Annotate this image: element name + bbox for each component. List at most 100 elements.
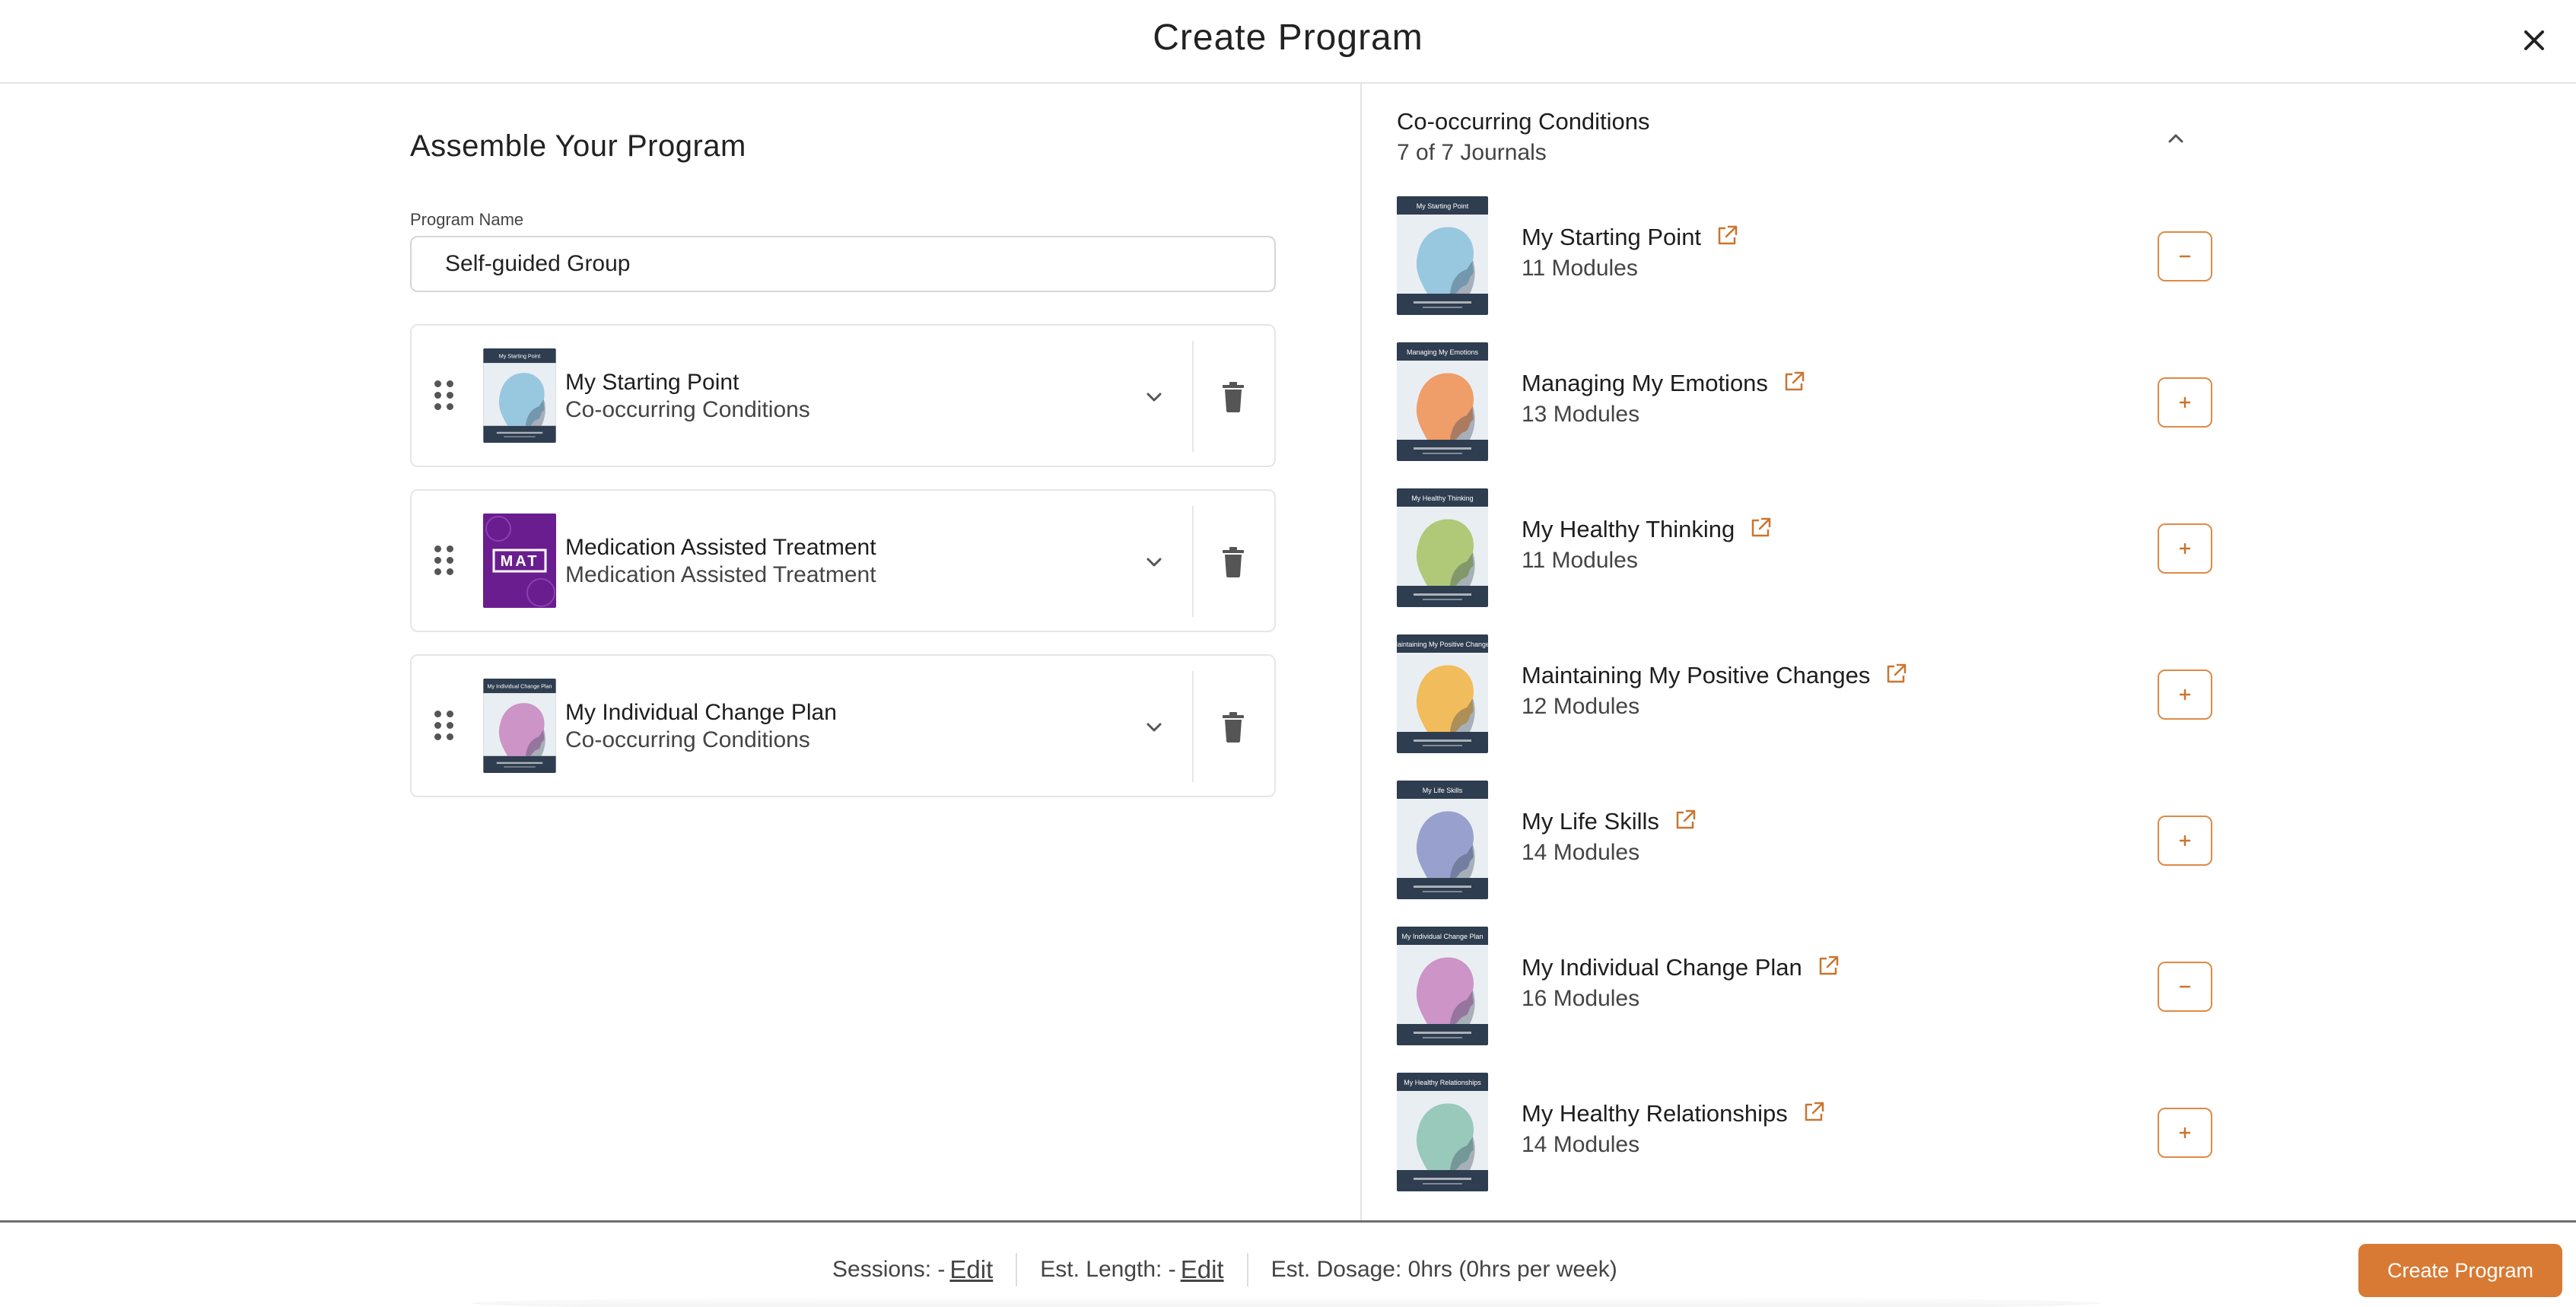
journal-title: My Starting Point bbox=[1522, 224, 1702, 250]
assemble-title: Assemble Your Program bbox=[410, 129, 746, 163]
journal-module-count: 12 Modules bbox=[1522, 694, 1640, 719]
journal-title: My Life Skills bbox=[1522, 808, 1659, 835]
modal-header: Create Program bbox=[0, 0, 2576, 84]
close-button[interactable] bbox=[2515, 21, 2553, 59]
journal-cover-thumbnail: My Starting Point bbox=[1397, 196, 1488, 315]
journal-cover-thumbnail: My Individual Change Plan bbox=[1397, 927, 1488, 1045]
journal-title-row: My Healthy Thinking bbox=[1522, 516, 1773, 543]
journal-row: My Starting Point My Starting Point 11 Mod… bbox=[1397, 196, 2212, 315]
chevron-down-icon bbox=[1146, 723, 1162, 732]
journal-library: Co-occurring Conditions 7 of 7 Journals … bbox=[1363, 84, 2576, 1220]
plus-icon bbox=[2179, 1127, 2191, 1139]
program-name-label: Program Name bbox=[410, 210, 524, 229]
add-journal-button[interactable] bbox=[2158, 377, 2212, 428]
remove-journal-button[interactable] bbox=[2158, 231, 2212, 281]
journal-title-row: My Starting Point bbox=[1522, 224, 1739, 251]
expand-item-button[interactable] bbox=[1139, 382, 1169, 412]
footer-shadow bbox=[472, 1296, 2100, 1307]
journal-title: My Individual Change Plan bbox=[1522, 954, 1802, 981]
item-divider bbox=[1192, 506, 1194, 617]
modal-title: Create Program bbox=[1153, 17, 1423, 58]
drag-handle-icon[interactable] bbox=[434, 711, 454, 741]
trash-icon bbox=[1223, 382, 1244, 412]
journal-title-row: Maintaining My Positive Changes bbox=[1522, 662, 1908, 689]
footer-divider bbox=[1246, 1253, 1248, 1286]
journal-module-count: 11 Modules bbox=[1522, 256, 1638, 281]
journal-row: My Healthy Relationships My Healthy Relat… bbox=[1397, 1073, 2212, 1191]
plus-icon bbox=[2179, 835, 2191, 847]
journal-row: Managing My Emotions Managing My Emotions… bbox=[1397, 342, 2212, 461]
journal-cover-thumbnail: My Starting Point bbox=[483, 348, 556, 443]
sessions-label: Sessions: - bbox=[832, 1257, 946, 1282]
add-journal-button[interactable] bbox=[2158, 1108, 2212, 1158]
remove-journal-button[interactable] bbox=[2158, 962, 2212, 1012]
journal-title: My Healthy Thinking bbox=[1522, 516, 1735, 542]
svg-text:My Individual Change Plan: My Individual Change Plan bbox=[1401, 933, 1483, 940]
journal-cover-thumbnail: My Individual Change Plan bbox=[483, 679, 556, 773]
program-name-input[interactable] bbox=[410, 236, 1276, 292]
svg-text:MAT: MAT bbox=[501, 553, 539, 570]
expand-item-button[interactable] bbox=[1139, 712, 1169, 743]
svg-text:My Healthy Thinking: My Healthy Thinking bbox=[1411, 494, 1473, 502]
journal-cover-thumbnail: My Healthy Thinking bbox=[1397, 488, 1488, 607]
svg-text:Managing My Emotions: Managing My Emotions bbox=[1407, 348, 1479, 356]
add-journal-button[interactable] bbox=[2158, 523, 2212, 574]
journal-title-row: My Individual Change Plan bbox=[1522, 954, 1840, 981]
expand-item-button[interactable] bbox=[1139, 547, 1169, 577]
program-item-subtitle: Medication Assisted Treatment bbox=[565, 562, 876, 587]
program-item-subtitle: Co-occurring Conditions bbox=[565, 727, 810, 752]
delete-item-button[interactable] bbox=[1218, 380, 1248, 414]
trash-icon bbox=[1223, 712, 1244, 743]
collapse-group-button[interactable] bbox=[2161, 123, 2191, 154]
svg-text:My Starting Point: My Starting Point bbox=[1417, 202, 1469, 210]
sessions-edit-link[interactable]: Edit bbox=[949, 1255, 993, 1284]
group-title: Co-occurring Conditions bbox=[1397, 108, 1650, 135]
item-divider bbox=[1192, 341, 1194, 452]
external-link-icon[interactable] bbox=[1673, 808, 1697, 832]
journal-title: Managing My Emotions bbox=[1522, 370, 1768, 396]
footer-bar: Sessions: - Edit Est. Length: - Edit Est… bbox=[0, 1220, 2576, 1307]
journal-cover-thumbnail: MAT bbox=[483, 514, 556, 608]
svg-text:My Life Skills: My Life Skills bbox=[1423, 787, 1463, 794]
journal-module-count: 11 Modules bbox=[1522, 548, 1638, 573]
length-edit-link[interactable]: Edit bbox=[1181, 1255, 1224, 1284]
external-link-icon[interactable] bbox=[1816, 954, 1840, 978]
program-item[interactable]: My Individual Change Plan My Individual C… bbox=[410, 654, 1276, 797]
journal-module-count: 16 Modules bbox=[1522, 986, 1640, 1011]
journal-cover-thumbnail: My Healthy Relationships bbox=[1397, 1073, 1488, 1191]
journal-row: Maintaining My Positive Changes Maintaini… bbox=[1391, 634, 2212, 753]
external-link-icon[interactable] bbox=[1884, 662, 1908, 686]
journal-module-count: 14 Modules bbox=[1522, 1132, 1640, 1157]
plus-icon bbox=[2179, 396, 2191, 409]
drag-handle-icon[interactable] bbox=[434, 380, 454, 411]
external-link-icon[interactable] bbox=[1782, 370, 1806, 394]
journal-title: My Healthy Relationships bbox=[1522, 1100, 1788, 1127]
program-item[interactable]: My Starting Point My Starting Point Co-occ… bbox=[410, 324, 1276, 467]
create-program-button[interactable]: Create Program bbox=[2358, 1244, 2562, 1297]
journal-module-count: 14 Modules bbox=[1522, 840, 1640, 865]
program-item-title: My Individual Change Plan bbox=[565, 700, 837, 725]
program-item-subtitle: Co-occurring Conditions bbox=[565, 397, 810, 422]
svg-text:My Healthy Relationships: My Healthy Relationships bbox=[1404, 1079, 1481, 1086]
delete-item-button[interactable] bbox=[1218, 711, 1248, 744]
footer-stats: Sessions: - Edit Est. Length: - Edit Est… bbox=[832, 1253, 1617, 1286]
journal-cover-thumbnail: Managing My Emotions bbox=[1397, 342, 1488, 461]
delete-item-button[interactable] bbox=[1218, 545, 1248, 579]
add-journal-button[interactable] bbox=[2158, 816, 2212, 866]
external-link-icon[interactable] bbox=[1748, 516, 1773, 540]
add-journal-button[interactable] bbox=[2158, 669, 2212, 720]
dosage-label: Est. Dosage: 0hrs (0hrs per week) bbox=[1271, 1257, 1617, 1282]
external-link-icon[interactable] bbox=[1802, 1100, 1826, 1124]
journal-module-count: 13 Modules bbox=[1522, 402, 1640, 427]
drag-handle-icon[interactable] bbox=[434, 545, 454, 576]
item-divider bbox=[1192, 671, 1194, 782]
group-count: 7 of 7 Journals bbox=[1397, 140, 1547, 165]
chevron-down-icon bbox=[1146, 393, 1162, 402]
length-label: Est. Length: - bbox=[1040, 1257, 1176, 1282]
journal-row: My Life Skills My Life Skills 14 Modules bbox=[1397, 781, 2212, 899]
program-item[interactable]: MAT Medication Assisted Treatment Medicati… bbox=[410, 489, 1276, 632]
chevron-up-icon bbox=[2168, 134, 2183, 143]
svg-text:My Individual Change Plan: My Individual Change Plan bbox=[488, 684, 552, 690]
external-link-icon[interactable] bbox=[1715, 224, 1739, 248]
svg-text:Maintaining My Positive Change: Maintaining My Positive Changes bbox=[1397, 641, 1488, 648]
